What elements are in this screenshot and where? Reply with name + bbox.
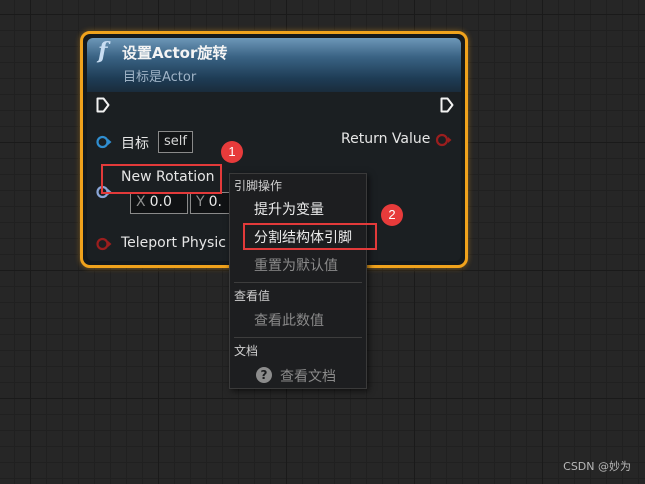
- menu-separator: [234, 282, 362, 283]
- return-value-label: Return Value: [341, 131, 431, 147]
- callout-badge-2: 2: [381, 204, 403, 226]
- node-subtitle: 目标是Actor: [123, 70, 197, 85]
- menu-item-reset-to-default[interactable]: 重置为默认值: [254, 255, 338, 275]
- callout-box-2: [243, 223, 377, 250]
- menu-section-pin-actions: 引脚操作: [234, 179, 283, 193]
- callout-box-1: [101, 164, 222, 194]
- function-icon: f: [98, 38, 108, 64]
- self-value-field[interactable]: self: [158, 131, 193, 153]
- target-pin-label: 目标: [121, 136, 149, 152]
- menu-item-view-docs[interactable]: 查看文档: [280, 366, 336, 386]
- rotation-x-field[interactable]: X 0.0: [130, 192, 188, 214]
- x-axis-label: X: [136, 194, 146, 210]
- y-value: 0.: [208, 194, 222, 210]
- help-icon: ?: [256, 367, 272, 383]
- callout-badge-1: 1: [221, 141, 243, 163]
- exec-out-pin-icon[interactable]: [440, 97, 454, 113]
- pin-context-menu: 引脚操作 提升为变量 分割结构体引脚 重置为默认值 查看值 查看此数值 文档 ?…: [229, 173, 367, 389]
- menu-item-promote-to-variable[interactable]: 提升为变量: [254, 199, 324, 219]
- teleport-physics-label: Teleport Physic: [121, 235, 226, 251]
- watermark: CSDN @妙为: [563, 460, 631, 473]
- target-pin-icon[interactable]: [96, 135, 112, 149]
- return-value-pin-icon[interactable]: [435, 133, 452, 147]
- node-title: 设置Actor旋转: [122, 44, 228, 62]
- x-value: 0.0: [149, 194, 172, 210]
- menu-section-docs: 文档: [234, 344, 259, 358]
- node-header[interactable]: f 设置Actor旋转 目标是Actor: [87, 38, 461, 92]
- menu-separator: [234, 337, 362, 338]
- menu-section-watch: 查看值: [234, 289, 271, 303]
- exec-in-pin-icon[interactable]: [96, 97, 110, 113]
- menu-item-watch-value[interactable]: 查看此数值: [254, 310, 324, 330]
- y-axis-label: Y: [196, 194, 205, 210]
- rotation-y-field[interactable]: Y 0.: [190, 192, 232, 214]
- teleport-pin-icon[interactable]: [96, 237, 112, 251]
